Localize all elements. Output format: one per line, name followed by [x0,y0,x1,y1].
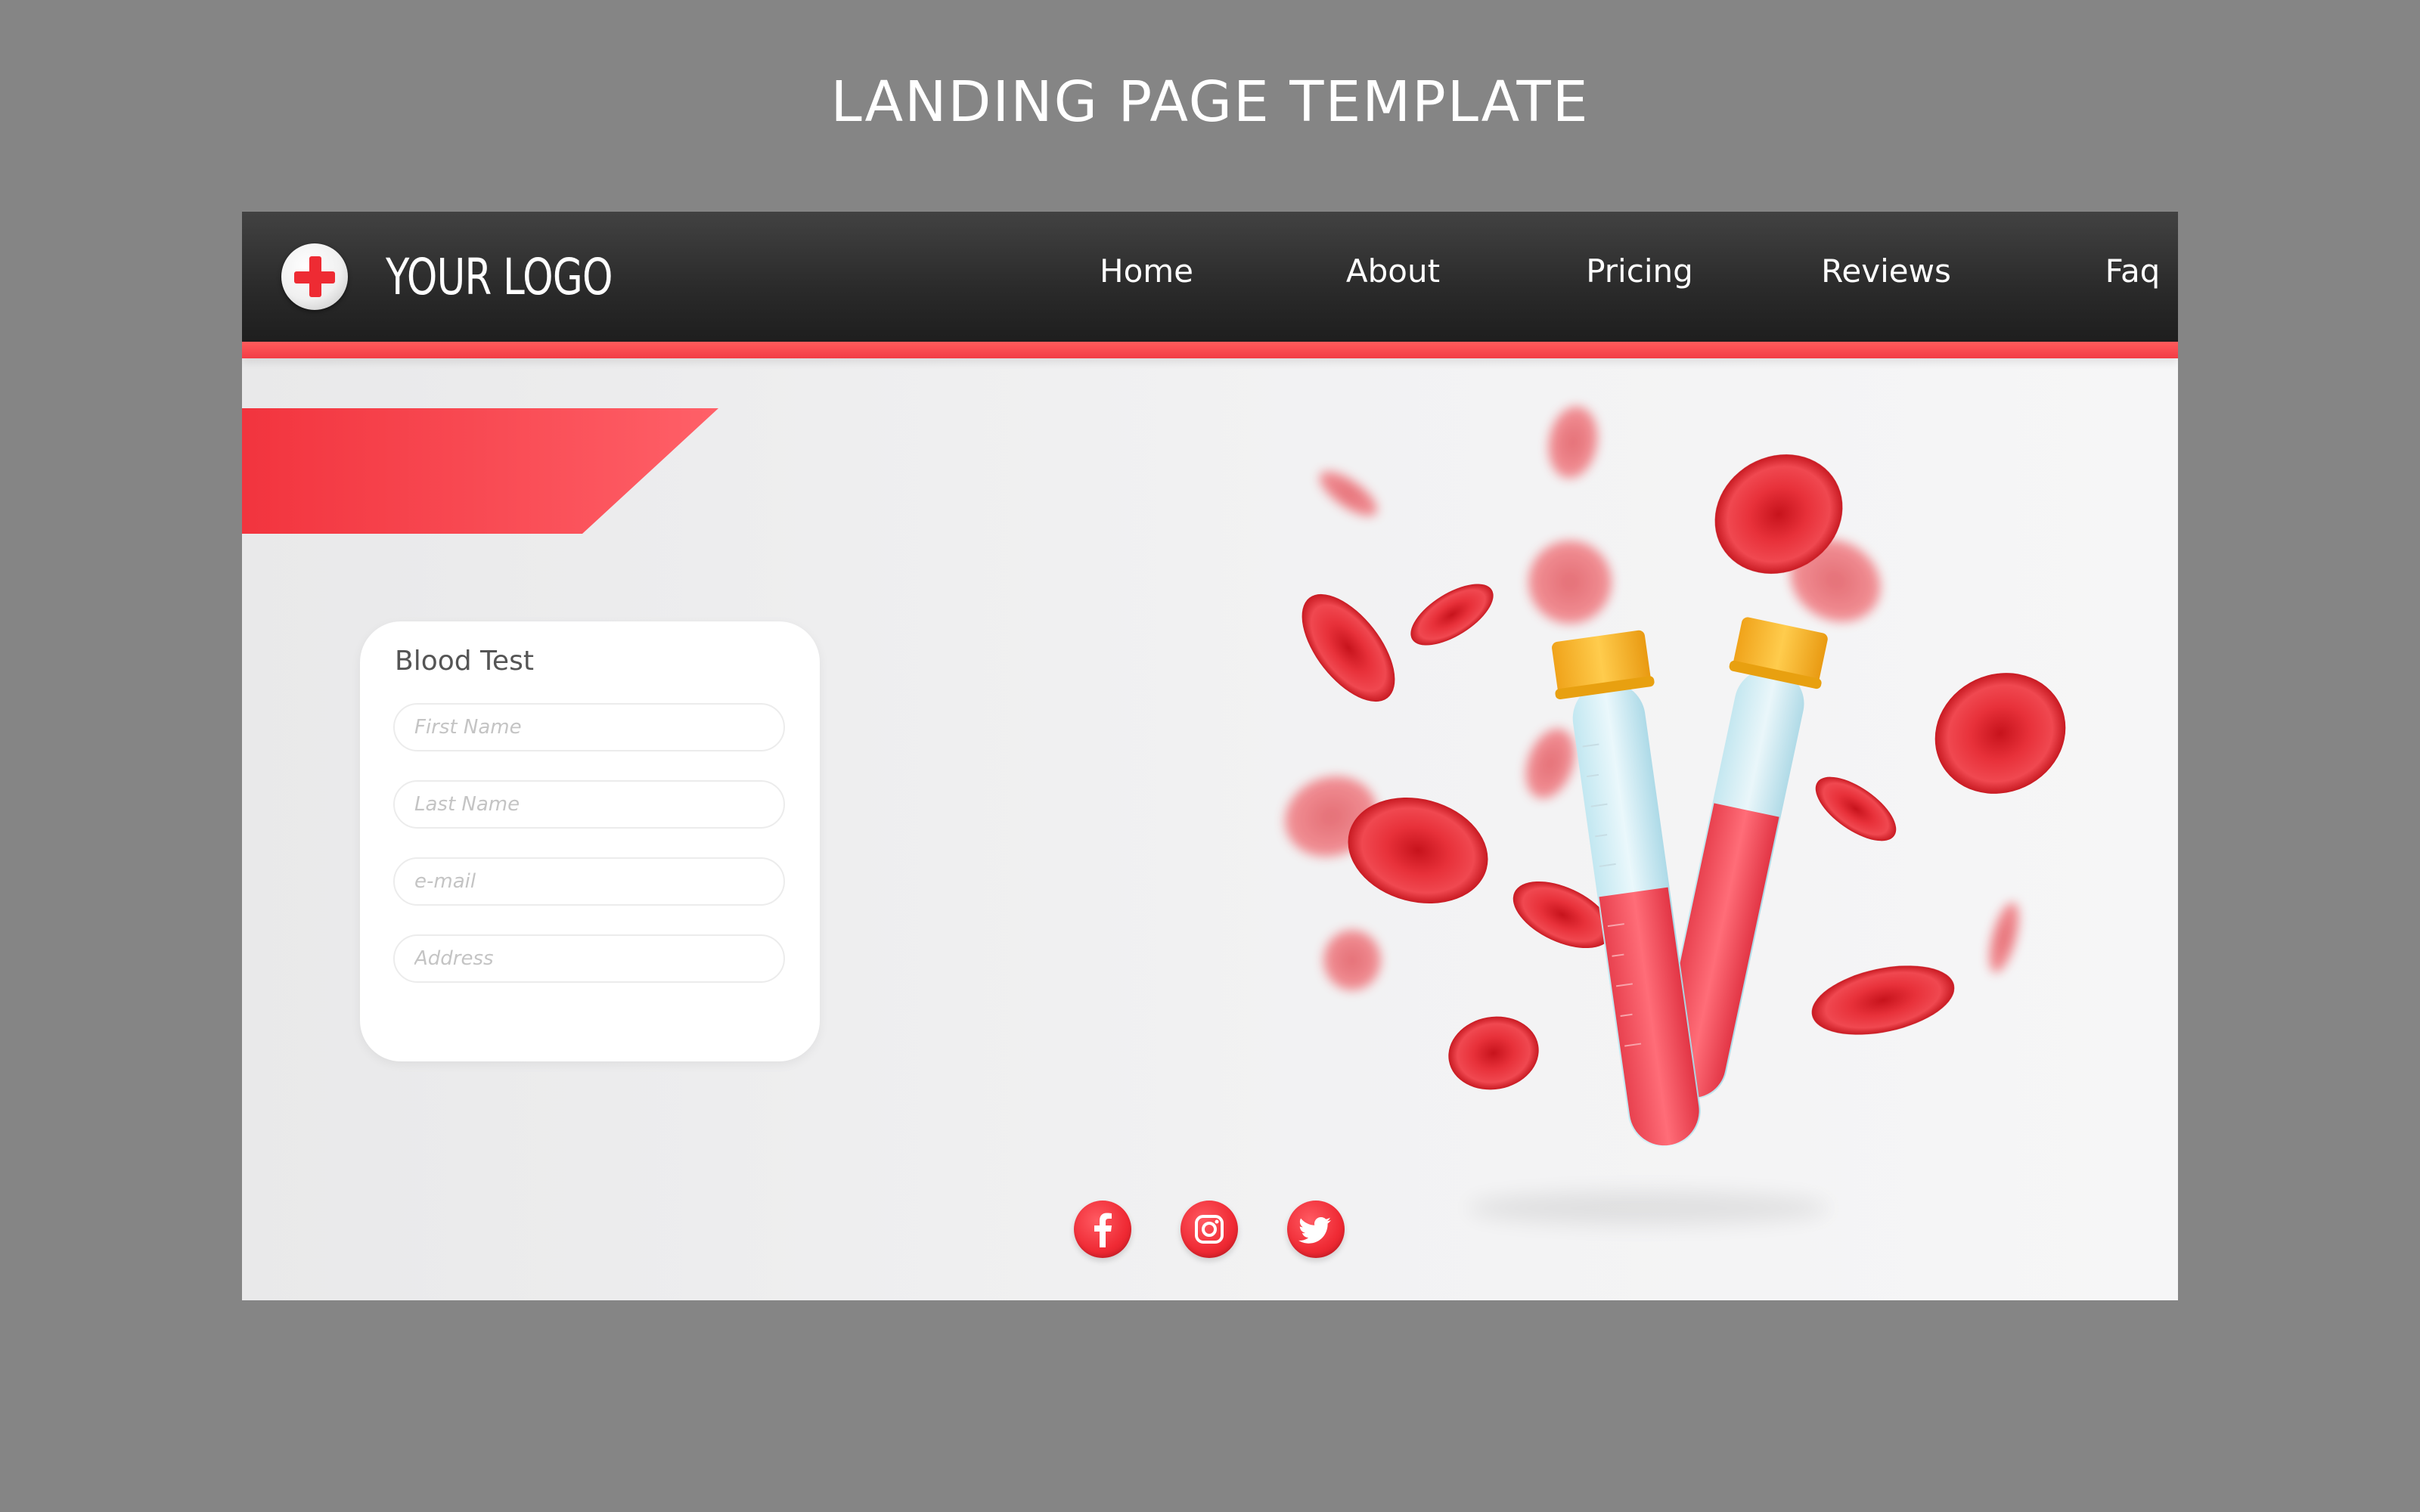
nav-reviews-link[interactable]: Reviews [1788,253,1984,290]
navbar-accent-stripe [242,342,2178,358]
nav-home-link[interactable]: Home [1048,253,1245,290]
blood-test-form: Blood Test [360,621,820,1061]
facebook-icon[interactable] [1074,1201,1131,1258]
last-name-field[interactable] [393,780,785,829]
decorative-ribbon [242,408,718,534]
page-heading: LANDING PAGE TEMPLATE [830,70,1590,135]
nav-faq-link[interactable]: Faq [2034,253,2178,290]
instagram-icon[interactable] [1181,1201,1238,1258]
logo-text[interactable]: YOUR LOGO [386,248,613,306]
email-field[interactable] [393,857,785,906]
form-title: Blood Test [395,646,534,677]
nav-about-link[interactable]: About [1295,253,1491,290]
address-field[interactable] [393,934,785,983]
landing-page-mockup: YOUR LOGO Home About Pricing Reviews Faq… [242,212,2178,1300]
twitter-icon[interactable] [1287,1201,1345,1258]
top-navbar: YOUR LOGO Home About Pricing Reviews Faq [242,212,2178,342]
nav-pricing-link[interactable]: Pricing [1541,253,1738,290]
first-name-field[interactable] [393,703,785,751]
red-cross-icon[interactable] [281,243,348,310]
